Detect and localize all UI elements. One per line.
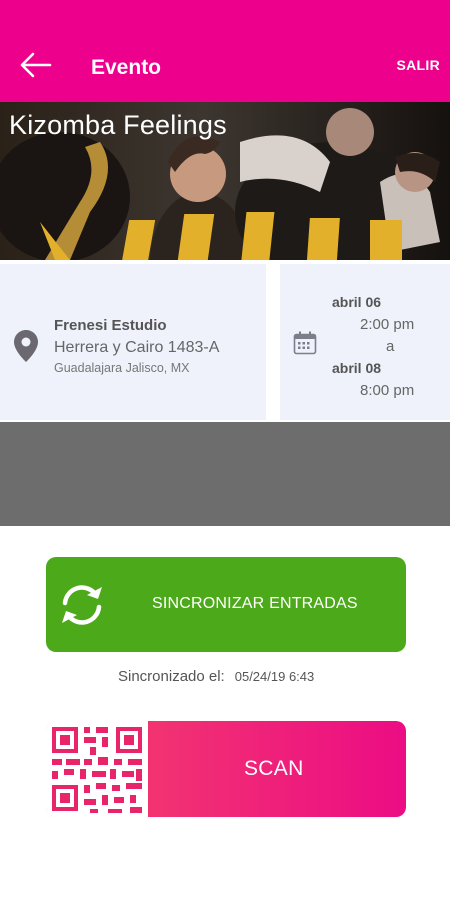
venue-city: Guadalajara Jalisco, MX bbox=[54, 361, 190, 375]
sync-status-label: Sincronizado el: bbox=[118, 668, 225, 685]
venue-name: Frenesi Estudio bbox=[54, 317, 167, 334]
logout-button[interactable]: SALIR bbox=[397, 57, 441, 73]
page-title: Evento bbox=[91, 56, 162, 79]
end-time: 8:00 pm bbox=[360, 382, 415, 399]
date-separator: a bbox=[386, 338, 395, 355]
sync-button-label: SINCRONIZAR ENTRADAS bbox=[152, 595, 358, 612]
event-info-row: Frenesi Estudio Herrera y Cairo 1483-A G… bbox=[0, 260, 450, 422]
refresh-icon bbox=[62, 585, 102, 625]
end-date: abril 08 bbox=[332, 360, 382, 376]
date-card: abril 06 2:00 pm a abril 08 8:00 pm bbox=[280, 264, 450, 420]
location-pin-icon bbox=[14, 330, 38, 362]
scan-button-label: SCAN bbox=[244, 757, 304, 780]
divider-band bbox=[0, 422, 450, 526]
event-banner: Kizomba Feelings bbox=[0, 102, 450, 260]
venue-address: Herrera y Cairo 1483-A bbox=[54, 339, 220, 356]
sync-tickets-button[interactable]: SINCRONIZAR ENTRADAS bbox=[46, 557, 406, 652]
sync-status-value: 05/24/19 6:43 bbox=[234, 669, 315, 684]
scan-button[interactable]: SCAN bbox=[46, 721, 406, 817]
event-name: Kizomba Feelings bbox=[9, 110, 227, 140]
calendar-icon bbox=[293, 331, 317, 355]
back-arrow-icon[interactable] bbox=[18, 50, 54, 80]
sync-status: Sincronizado el: 05/24/19 6:43 bbox=[118, 668, 314, 685]
start-time: 2:00 pm bbox=[360, 316, 415, 333]
start-date: abril 06 bbox=[332, 294, 382, 310]
qr-code-icon bbox=[46, 721, 148, 817]
app-bar: Evento SALIR bbox=[0, 0, 450, 102]
venue-card: Frenesi Estudio Herrera y Cairo 1483-A G… bbox=[0, 264, 266, 420]
